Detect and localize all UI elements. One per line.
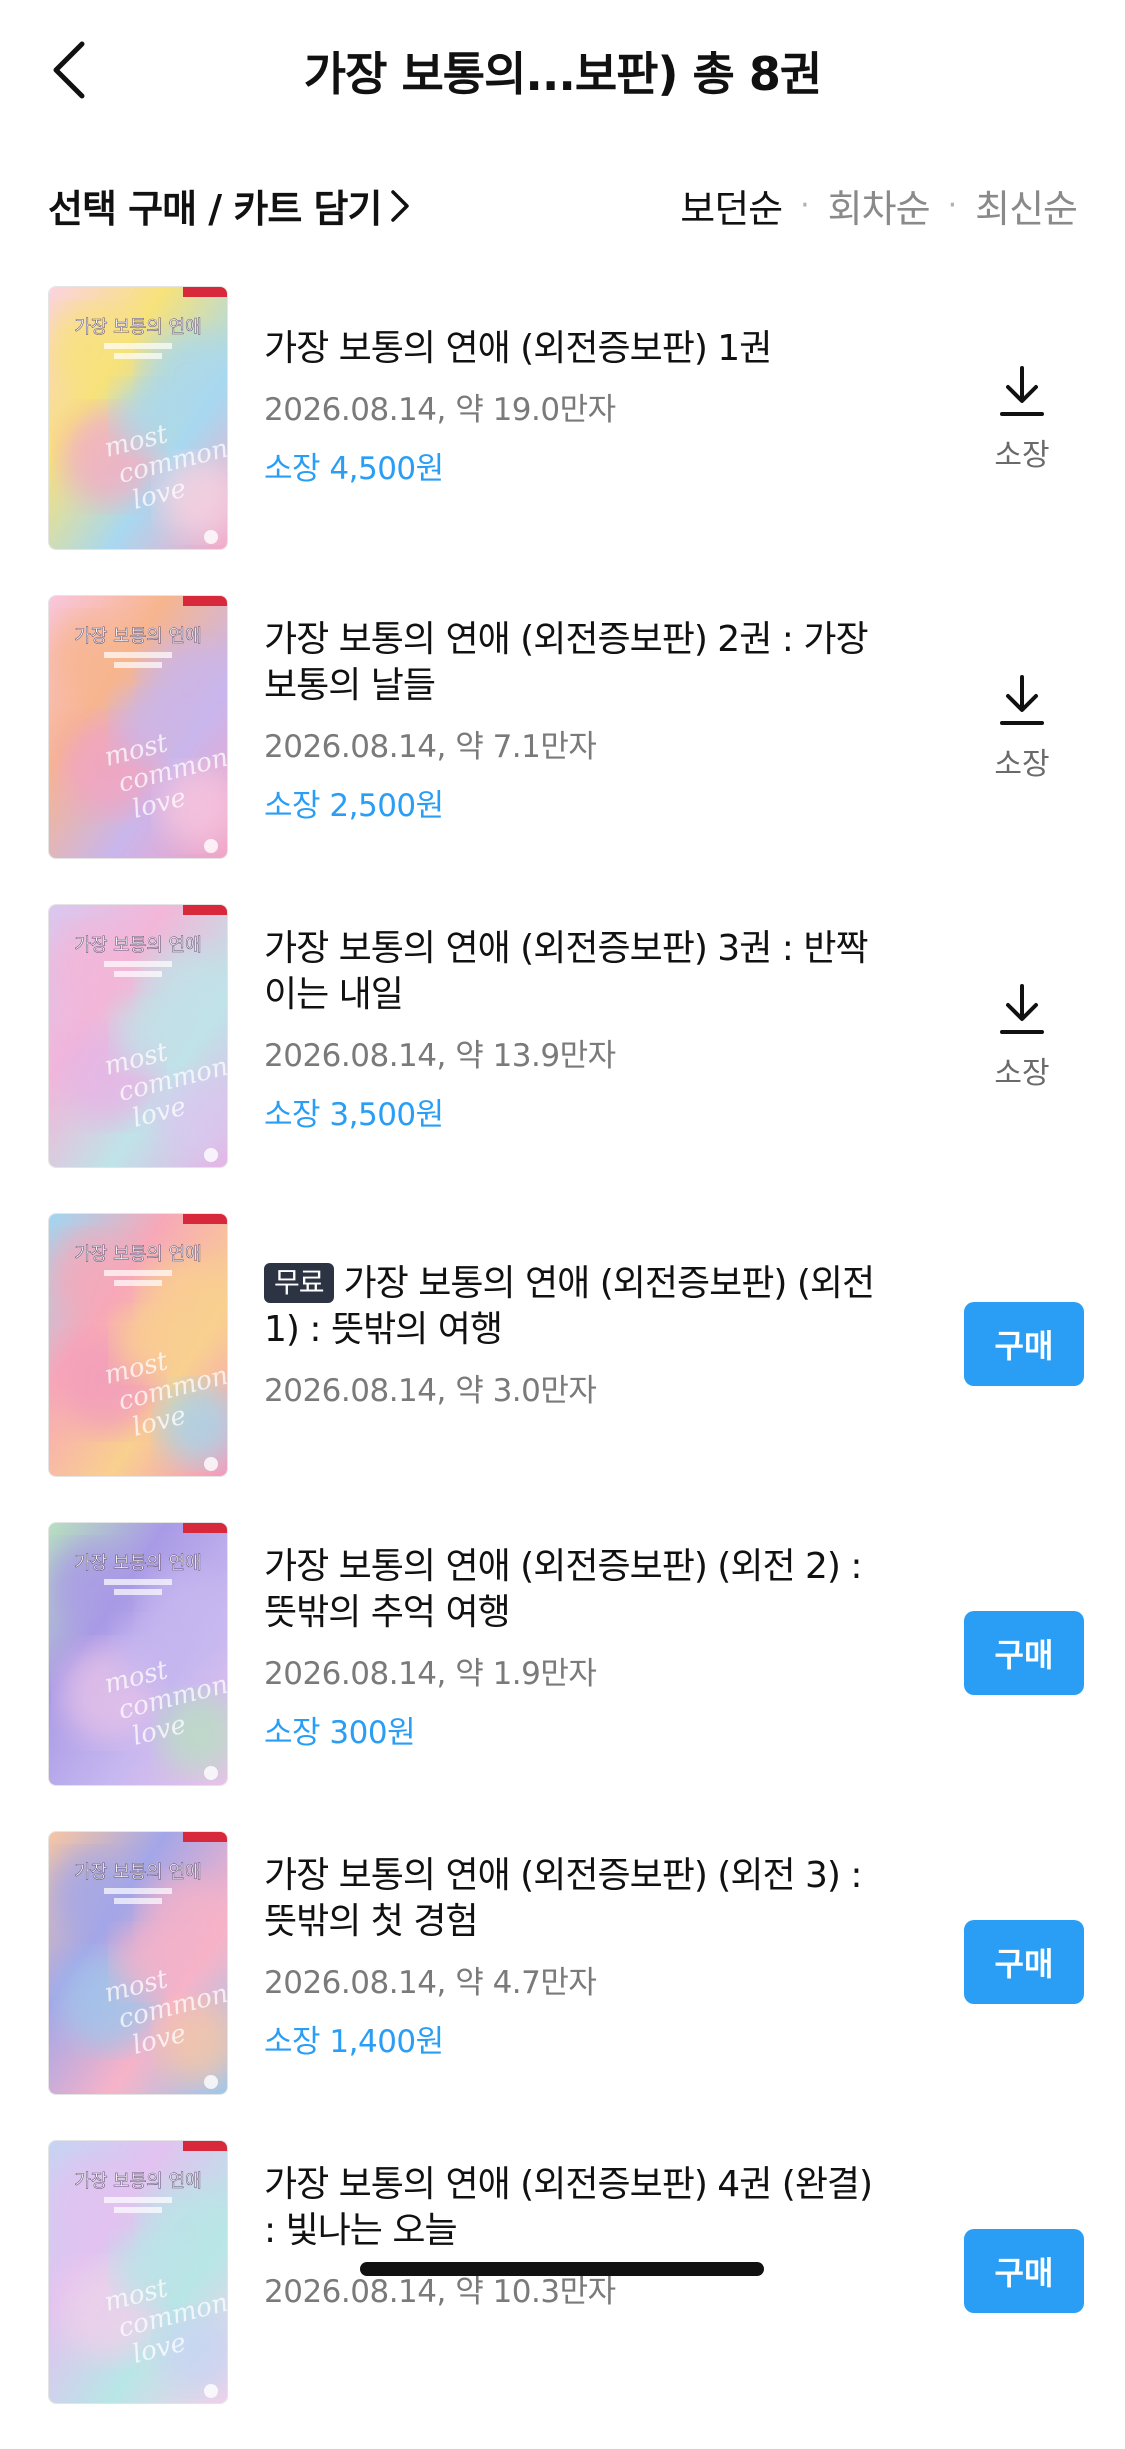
book-cover: 가장 보통의 연애 most common love	[48, 904, 228, 1168]
item-price: 소장 1,400원	[264, 2024, 444, 2060]
cover-art: 가장 보통의 연애mostcommonlove	[49, 1832, 227, 2094]
toolbar: 선택 구매 / 카트 담기 보던순 · 회차순 · 최신순	[0, 160, 1125, 244]
download-label: 소장	[994, 1056, 1050, 1091]
download-label: 소장	[994, 438, 1050, 473]
svg-text:가장 보통의 연애: 가장 보통의 연애	[74, 1553, 201, 1574]
book-cover: 가장 보통의 연애 most common love	[48, 1213, 228, 1477]
item-info: 무료 가장 보통의 연애 (외전증보판) (외전 1) : 뜻밖의 여행 2026…	[264, 1261, 884, 1410]
buy-button[interactable]: 구매	[964, 2229, 1084, 2313]
item-info: 가장 보통의 연애 (외전증보판) (외전 3) : 뜻밖의 첫 경험 2026…	[264, 1853, 884, 2061]
item-title-text: 가장 보통의 연애 (외전증보판) (외전 1) : 뜻밖의 여행	[264, 1263, 875, 1350]
item-price: 소장 3,500원	[264, 1097, 444, 1133]
download-button[interactable]: 소장	[962, 364, 1082, 474]
book-cover: 가장 보통의 연애 most common love	[48, 2140, 228, 2404]
item-meta: 2026.08.14, 약 1.9만자	[264, 1656, 597, 1692]
free-badge: 무료	[264, 1263, 334, 1303]
cover-art: 가장 보통의 연애mostcommonlove	[49, 1214, 227, 1476]
svg-text:가장 보통의 연애: 가장 보통의 연애	[74, 935, 201, 956]
item-title: 가장 보통의 연애 (외전증보판) 2권 : 가장 보통의 날들	[264, 619, 869, 706]
svg-text:가장 보통의 연애: 가장 보통의 연애	[74, 1862, 201, 1883]
download-icon	[1000, 984, 1044, 1034]
svg-text:가장 보통의 연애: 가장 보통의 연애	[74, 317, 201, 338]
list-item[interactable]: 가장 보통의 연애 most common love 가장 보통의 연애 (외전증보판…	[0, 1831, 1125, 2140]
chevron-right-icon	[391, 189, 410, 222]
volume-list: 가장 보통의 연애 most common love 가장 보통의 연애 (외전증보판…	[0, 286, 1125, 2449]
chevron-left-icon	[53, 41, 85, 99]
buy-button[interactable]: 구매	[964, 1920, 1084, 2004]
item-info: 가장 보통의 연애 (외전증보판) 1권 2026.08.14, 약 19.0만…	[264, 326, 884, 488]
svg-text:가장 보통의 연애: 가장 보통의 연애	[74, 626, 201, 647]
item-meta: 2026.08.14, 약 3.0만자	[264, 1373, 597, 1409]
download-button[interactable]: 소장	[962, 673, 1082, 783]
book-cover: 가장 보통의 연애 most common love	[48, 286, 228, 550]
cover-art: 가장 보통의 연애mostcommonlove	[49, 2141, 227, 2403]
cover-art: 가장 보통의 연애mostcommonlove	[49, 287, 227, 549]
item-info: 가장 보통의 연애 (외전증보판) 2권 : 가장 보통의 날들 2026.08…	[264, 617, 884, 825]
list-item[interactable]: 가장 보통의 연애 most common love 가장 보통의 연애 (외전증보판…	[0, 904, 1125, 1213]
book-cover: 가장 보통의 연애 most common love	[48, 1522, 228, 1786]
sort-options: 보던순 · 회차순 · 최신순	[680, 178, 1078, 233]
sort-option-last-read[interactable]: 보던순	[680, 178, 783, 233]
list-item[interactable]: 가장 보통의 연애 most common love 가장 보통의 연애 (외전증보판…	[0, 286, 1125, 595]
book-cover: 가장 보통의 연애 most common love	[48, 595, 228, 859]
cover-art: 가장 보통의 연애mostcommonlove	[49, 1523, 227, 1785]
cover-art: 가장 보통의 연애mostcommonlove	[49, 905, 227, 1167]
list-item[interactable]: 가장 보통의 연애 most common love 가장 보통의 연애 (외전증보판…	[0, 1522, 1125, 1831]
item-price: 소장 300원	[264, 1715, 416, 1751]
select-buy-cart-button[interactable]: 선택 구매 / 카트 담기	[48, 178, 411, 233]
item-info: 가장 보통의 연애 (외전증보판) 3권 : 반짝이는 내일 2026.08.1…	[264, 926, 884, 1134]
item-title: 가장 보통의 연애 (외전증보판) (외전 2) : 뜻밖의 추억 여행	[264, 1546, 863, 1633]
book-cover: 가장 보통의 연애 most common love	[48, 1831, 228, 2095]
item-price: 소장 4,500원	[264, 451, 444, 487]
item-title: 가장 보통의 연애 (외전증보판) 4권 (완결) : 빛나는 오늘	[264, 2164, 873, 2251]
svg-text:가장 보통의 연애: 가장 보통의 연애	[74, 1244, 201, 1265]
buy-button[interactable]: 구매	[964, 1302, 1084, 1386]
download-label: 소장	[994, 747, 1050, 782]
sort-option-latest[interactable]: 최신순	[975, 178, 1078, 233]
item-title: 무료 가장 보통의 연애 (외전증보판) (외전 1) : 뜻밖의 여행	[264, 1261, 884, 1353]
list-item[interactable]: 가장 보통의 연애 most common love 무료 가장 보통의 연애 (외전증…	[0, 1213, 1125, 1522]
download-icon	[1000, 366, 1044, 416]
cover-art: 가장 보통의 연애mostcommonlove	[49, 596, 227, 858]
item-title: 가장 보통의 연애 (외전증보판) 3권 : 반짝이는 내일	[264, 928, 869, 1015]
back-button[interactable]	[40, 34, 96, 106]
page-title: 가장 보통의...보판) 총 8권	[303, 47, 822, 101]
list-item[interactable]: 가장 보통의 연애 most common love 가장 보통의 연애 (외전증보판…	[0, 2140, 1125, 2449]
download-button[interactable]: 소장	[962, 982, 1082, 1092]
item-meta: 2026.08.14, 약 19.0만자	[264, 392, 616, 428]
buy-button[interactable]: 구매	[964, 1611, 1084, 1695]
item-info: 가장 보통의 연애 (외전증보판) (외전 2) : 뜻밖의 추억 여행 202…	[264, 1544, 884, 1752]
sort-separator: ·	[800, 188, 810, 223]
select-buy-label: 선택 구매 / 카트 담기	[48, 187, 382, 231]
item-title: 가장 보통의 연애 (외전증보판) (외전 3) : 뜻밖의 첫 경험	[264, 1855, 863, 1942]
sort-separator: ·	[947, 188, 958, 223]
home-indicator[interactable]	[360, 2262, 764, 2276]
item-meta: 2026.08.14, 약 7.1만자	[264, 729, 597, 765]
item-meta: 2026.08.14, 약 4.7만자	[264, 1965, 597, 2001]
svg-text:가장 보통의 연애: 가장 보통의 연애	[74, 2171, 201, 2192]
list-item[interactable]: 가장 보통의 연애 most common love 가장 보통의 연애 (외전증보판…	[0, 595, 1125, 904]
sort-option-episode[interactable]: 회차순	[828, 178, 931, 233]
download-icon	[1000, 675, 1044, 725]
item-meta: 2026.08.14, 약 13.9만자	[264, 1038, 616, 1074]
item-price: 소장 2,500원	[264, 788, 444, 824]
header: 가장 보통의...보판) 총 8권	[0, 0, 1125, 140]
item-info: 가장 보통의 연애 (외전증보판) 4권 (완결) : 빛나는 오늘 2026.…	[264, 2162, 884, 2311]
item-title: 가장 보통의 연애 (외전증보판) 1권	[264, 328, 772, 369]
